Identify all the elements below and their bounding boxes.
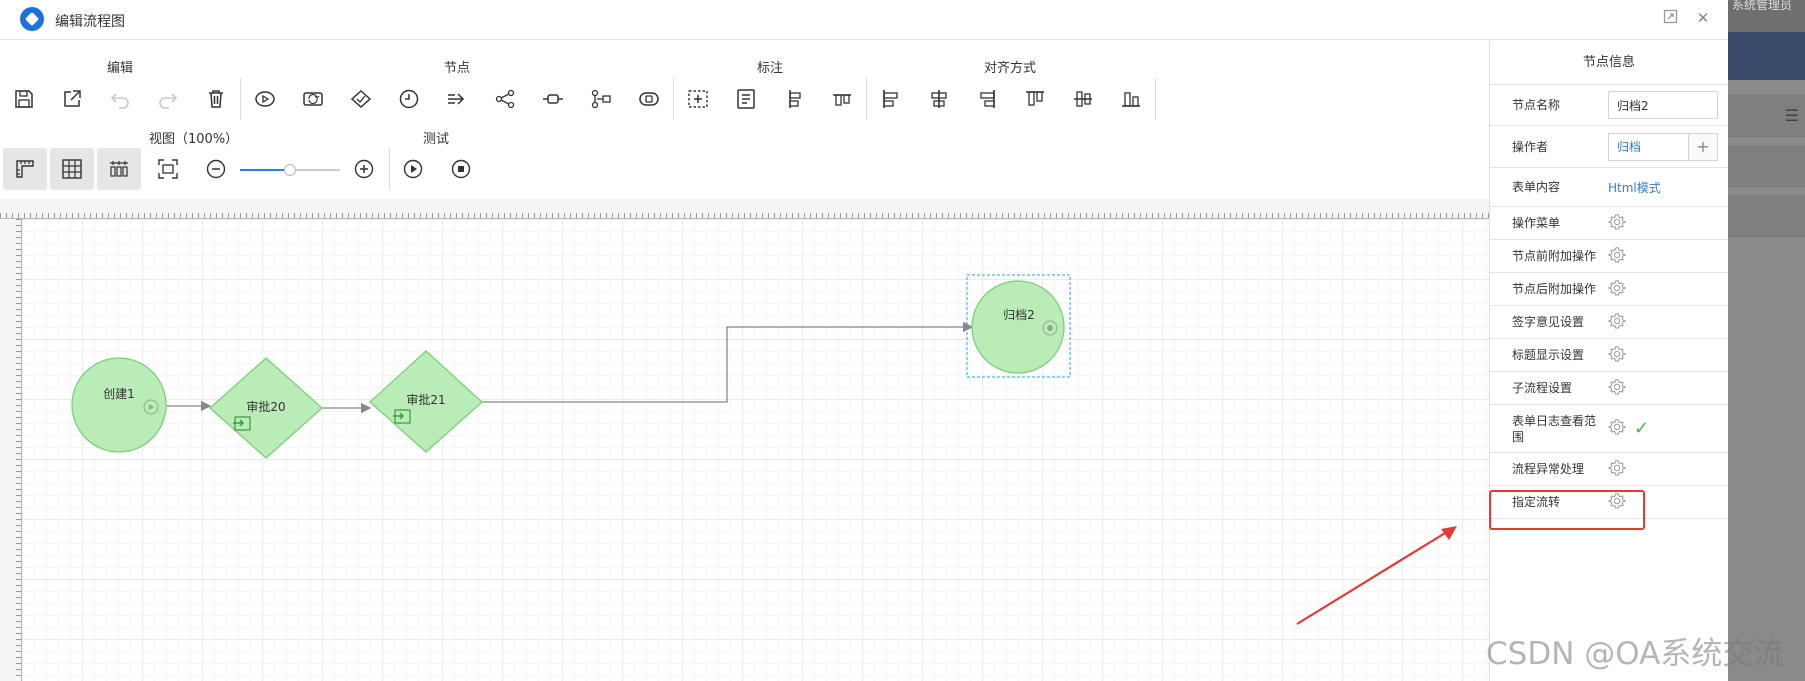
background-row [1728,145,1805,187]
node-label-archive2: 归档2 [1003,308,1035,322]
node-label-create1: 创建1 [103,387,135,401]
check-icon: ✓ [1634,418,1650,439]
close-icon[interactable]: ✕ [1694,9,1712,27]
settings-row: 节点前附加操作 [1490,240,1728,273]
node-create1[interactable] [71,357,167,453]
node-name-input[interactable] [1608,91,1718,119]
gear-icon[interactable] [1608,418,1626,439]
settings-row-label: 标题显示设置 [1512,348,1585,362]
node-info-panel: 节点信息 节点名称 操作者 归档 + 表单内容 Html模式 操作菜单节点前附加… [1489,41,1728,681]
background-row [1728,195,1805,237]
settings-row: 子流程设置 [1490,372,1728,405]
list-menu-icon[interactable]: ☰ [1785,106,1799,125]
flow-editor-dialog: 编辑流程图 ✕ 编辑 节点 标注 对齐方式 视图（100%） 测试 创建1 审批… [0,0,1728,681]
node-label-approve20: 审批20 [246,400,286,414]
settings-row-label: 节点后附加操作 [1512,282,1597,296]
operator-value[interactable]: 归档 [1608,132,1688,161]
settings-row-label: 子流程设置 [1512,381,1573,395]
settings-row: 表单日志查看范围 ✓ [1490,405,1728,453]
settings-row: 流程异常处理 [1490,453,1728,486]
gear-icon[interactable] [1608,459,1626,480]
gear-icon[interactable] [1608,213,1626,234]
watermark: CSDN @OA系统交流 [1486,636,1785,672]
settings-row: 节点后附加操作 [1490,273,1728,306]
highlight-box [1489,490,1645,530]
gear-icon[interactable] [1608,345,1626,366]
gear-icon[interactable] [1608,312,1626,333]
gear-icon[interactable] [1608,279,1626,300]
background-nav-band [1728,32,1805,80]
gear-icon[interactable] [1608,246,1626,267]
settings-row-label: 表单日志查看范围 [1512,413,1597,444]
maximize-icon[interactable] [1661,9,1679,27]
node-name-label: 节点名称 [1512,98,1561,112]
form-content-label: 表单内容 [1512,180,1561,194]
end-marker-dot [1047,325,1053,331]
form-content-row: 表单内容 Html模式 [1490,168,1728,207]
node-label-approve21: 审批21 [406,393,446,407]
gear-icon[interactable] [1608,378,1626,399]
settings-row-label: 节点前附加操作 [1512,249,1597,263]
flow-diagram [71,274,1489,519]
settings-row-label: 流程异常处理 [1512,462,1585,476]
node-name-row: 节点名称 [1490,85,1728,126]
background-app: 系统管理员 ☰ [1728,0,1805,681]
operator-row: 操作者 归档 + [1490,126,1728,168]
settings-row-label: 操作菜单 [1512,216,1561,230]
settings-row-label: 签字意见设置 [1512,315,1585,329]
background-user-text: 系统管理员 [1732,0,1793,12]
settings-rows: 操作菜单节点前附加操作 节点后附加操作 签字意见设置 标题显示设置 子流程设置表单日志查… [1490,207,1728,519]
add-operator-button[interactable]: + [1688,132,1718,161]
settings-row: 签字意见设置 [1490,306,1728,339]
panel-title: 节点信息 [1490,41,1728,85]
html-mode-link[interactable]: Html模式 [1608,179,1661,196]
settings-row: 标题显示设置 [1490,339,1728,372]
edge-approve21-archive2[interactable] [482,321,974,403]
settings-row: 操作菜单 [1490,207,1728,240]
background-header: 系统管理员 [1728,0,1805,32]
operator-label: 操作者 [1512,139,1549,154]
